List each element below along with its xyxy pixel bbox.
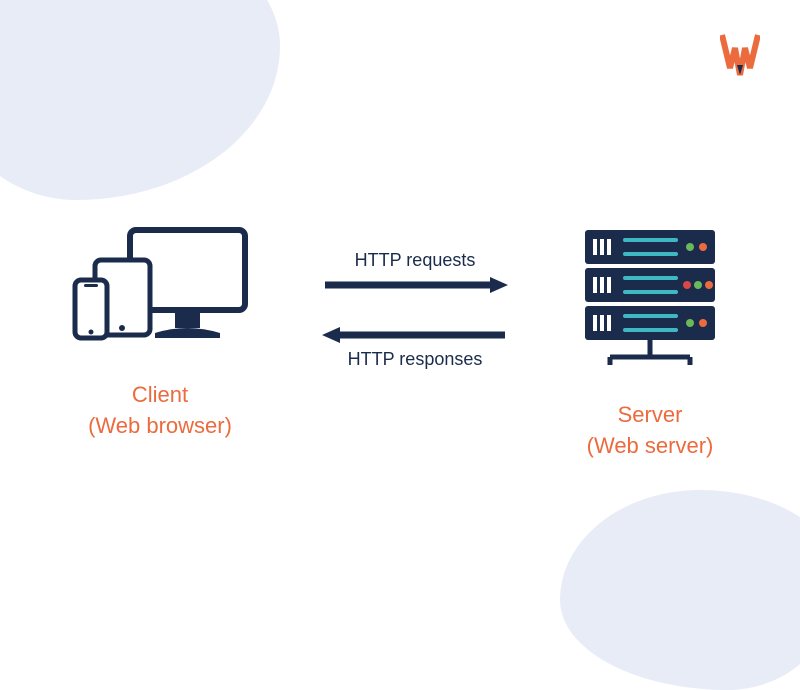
request-label: HTTP requests xyxy=(355,250,476,271)
response-label: HTTP responses xyxy=(348,349,483,370)
brand-logo xyxy=(720,30,760,85)
server-rack-icon xyxy=(575,225,725,375)
server-subtitle: (Web server) xyxy=(587,433,714,458)
client-section: Client (Web browser) xyxy=(70,225,250,442)
arrow-left-icon xyxy=(320,325,510,345)
arrow-right-icon xyxy=(320,275,510,295)
client-label: Client (Web browser) xyxy=(70,380,250,442)
server-label: Server (Web server) xyxy=(575,400,725,462)
request-arrow-row: HTTP requests xyxy=(310,250,520,295)
client-devices-icon xyxy=(70,225,250,355)
response-arrow-row: HTTP responses xyxy=(310,325,520,370)
server-title: Server xyxy=(618,402,683,427)
client-subtitle: (Web browser) xyxy=(88,413,232,438)
arrows-section: HTTP requests HTTP responses xyxy=(310,250,520,400)
server-section: Server (Web server) xyxy=(575,225,725,462)
client-title: Client xyxy=(132,382,188,407)
